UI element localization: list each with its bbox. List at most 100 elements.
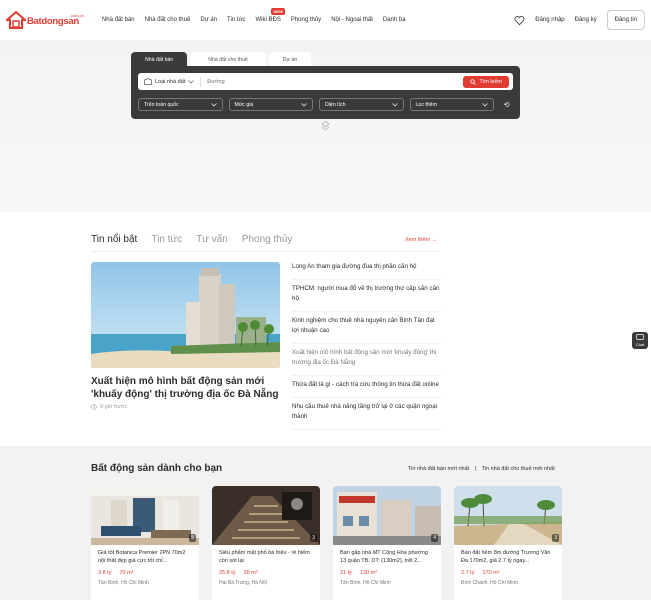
post-listing-button[interactable]: Đăng tin [606,10,645,30]
news-list-item[interactable]: Kinh nghiệm cho thuê nhà nguyên căn Bình… [292,316,442,344]
reset-filter-icon[interactable]: ⟲ [500,98,513,111]
filter-row: Trên toàn quốc Mức giá Diện tích Lọc thê… [138,98,513,111]
chevron-down-icon [482,102,488,106]
news-list-item[interactable]: Nhu cầu thuê nhà nâng tầng trở lại ở các… [292,402,442,430]
listing-photo [91,486,199,545]
nav-nha-dat-ban[interactable]: Nhà đất bán [102,17,135,23]
listing-price: 2.7 tỷ [461,570,475,576]
news-tabs-divider [91,251,440,252]
listing-photo [212,486,320,545]
nav-phong-thuy[interactable]: Phong thủy [291,17,321,23]
nav-nha-dat-cho-thue[interactable]: Nhà đất cho thuê [145,17,191,23]
listing-price: 3.8 tỷ [98,570,112,576]
filter-location[interactable]: Trên toàn quốc [138,98,223,111]
listing-card[interactable]: 3 Siêu phẩm mặt phố bà triệu - rẻ hiếm c… [212,486,320,600]
login-link[interactable]: Đăng nhập [535,17,564,23]
header-actions: Đăng nhập Đăng ký Đăng tin [514,10,645,30]
listing-title: Bán gấp nhà MT Cộng Hòa phường 13 quận T… [340,550,428,564]
property-type-label: Loại nhà đất [155,78,186,85]
featured-photo [91,262,280,368]
listing-area: 170 m² [482,570,500,576]
chevron-down-icon [391,102,398,106]
nav-danh-ba[interactable]: Danh bạ [383,17,406,23]
property-type-select[interactable]: Loại nhà đất [138,76,202,87]
see-more-label: Xem thêm [405,237,431,243]
listings-title: Bất động sản dành cho bạn [91,463,223,474]
image-count: 5 [189,534,196,542]
listing-title: Bán đất hẻm 8m đường Trương Văn Đa 170m2… [461,550,551,564]
listing-location: Bình Chánh, Hồ Chí Minh [461,580,518,586]
building-icon [144,78,152,85]
news-list-item[interactable]: Xuất hiện mô hình bất động sản mới 'khuấ… [292,348,442,376]
register-link[interactable]: Đăng ký [575,17,597,23]
listing-title: Giá tốt Botanica Premier 2PN 70m2 nội th… [98,550,186,564]
scroll-down-icon[interactable] [320,121,331,132]
listing-area: 70 m² [119,570,134,576]
featured-news-title[interactable]: Xuất hiện mô hình bất động sản mới 'khuấ… [91,375,281,401]
search-input[interactable] [201,78,464,85]
news-tab-fengshui[interactable]: Phong thủy [242,234,293,252]
nav-wiki-label: Wiki BĐS [255,17,281,23]
chevron-down-icon [210,102,217,106]
search-row: Loại nhà đất Tìm kiếm [138,73,513,90]
listing-image: 4 [333,486,441,545]
new-badge: NEW [271,8,285,15]
listing-location: Tân Bình, Hồ Chí Minh [340,580,391,586]
links-separator: | [474,466,477,472]
logo-sub: .com.vn [69,13,84,18]
listing-location: Hai Bà Trưng, Hà Nội [219,580,267,586]
listing-card[interactable]: 5 Giá tốt Botanica Premier 2PN 70m2 nội … [91,486,199,600]
listing-image: 3 [454,486,562,545]
search-button-label: Tìm kiếm [479,78,502,85]
featured-news-image[interactable] [91,262,280,368]
chat-button[interactable]: Chat [632,332,648,349]
filter-more[interactable]: Lọc thêm [409,98,495,111]
listing-cards: 5 Giá tốt Botanica Premier 2PN 70m2 nội … [91,486,562,600]
search-icon [470,78,477,85]
nav-tin-tuc[interactable]: Tin tức [227,17,245,23]
listing-title: Siêu phẩm mặt phố bà triệu - rẻ hiếm còn… [219,550,310,564]
clock-icon [91,404,97,410]
filter-price-label: Mức giá [234,101,254,108]
search-button[interactable]: Tìm kiếm [463,75,509,88]
listing-image: 5 [91,486,199,545]
listing-photo [454,486,562,545]
listing-price: 25.8 tỷ [219,570,236,576]
nav-noi-ngoai-that[interactable]: Nội - Ngoại thất [331,17,373,23]
nav-du-an[interactable]: Dự án [200,17,217,23]
latest-rent-link[interactable]: Tin nhà đất cho thuê mới nhất [482,466,555,472]
image-count: 4 [431,534,438,542]
filter-location-label: Trên toàn quốc [144,101,179,108]
news-list: Long An tham gia đường đua thị phần căn … [292,262,442,434]
news-list-item[interactable]: Thừa đất là gì - cách tra cứu thông tin … [292,380,442,398]
filter-price[interactable]: Mức giá [228,98,314,111]
search-box: Loại nhà đất Tìm kiếm Trên toàn quốc Mức… [131,66,520,119]
listing-card[interactable]: 4 Bán gấp nhà MT Cộng Hòa phường 13 quận… [333,486,441,600]
nav-wiki-bds[interactable]: Wiki BĐS NEW [255,8,285,23]
featured-news-time: 9 giờ trước [91,404,127,410]
see-more-link[interactable]: Xem thêm → [405,237,437,243]
logo-house-icon [6,11,26,29]
listing-card[interactable]: 3 Bán đất hẻm 8m đường Trương Văn Đa 170… [454,486,562,600]
listing-area: 36 m² [243,570,258,576]
heart-icon[interactable] [514,15,525,26]
news-list-item[interactable]: Long An tham gia đường đua thị phần căn … [292,262,442,280]
news-list-item[interactable]: TPHCM: người mua đổ về thị trường thứ cấ… [292,284,442,312]
filter-area[interactable]: Diện tích [319,98,404,111]
news-tab-featured[interactable]: Tin nổi bật [91,234,138,252]
chevron-down-icon [188,79,195,83]
filter-area-label: Diện tích [325,101,346,108]
chat-label: Chat [635,342,645,347]
news-tab-advice[interactable]: Tư vấn [196,234,228,252]
news-tab-news[interactable]: Tin tức [151,234,182,252]
listing-price: 21 tỷ [340,570,352,576]
listing-photo [333,486,441,545]
chat-icon [636,334,644,340]
listings-links: Tin nhà đất bán mới nhất | Tin nhà đất c… [408,466,555,472]
featured-news-time-label: 9 giờ trước [100,404,128,410]
logo[interactable]: Batdongsan .com.vn [6,11,94,29]
image-count: 3 [552,534,559,542]
image-count: 3 [310,534,317,542]
chevron-down-icon [301,102,307,106]
latest-sale-link[interactable]: Tin nhà đất bán mới nhất [408,466,469,472]
